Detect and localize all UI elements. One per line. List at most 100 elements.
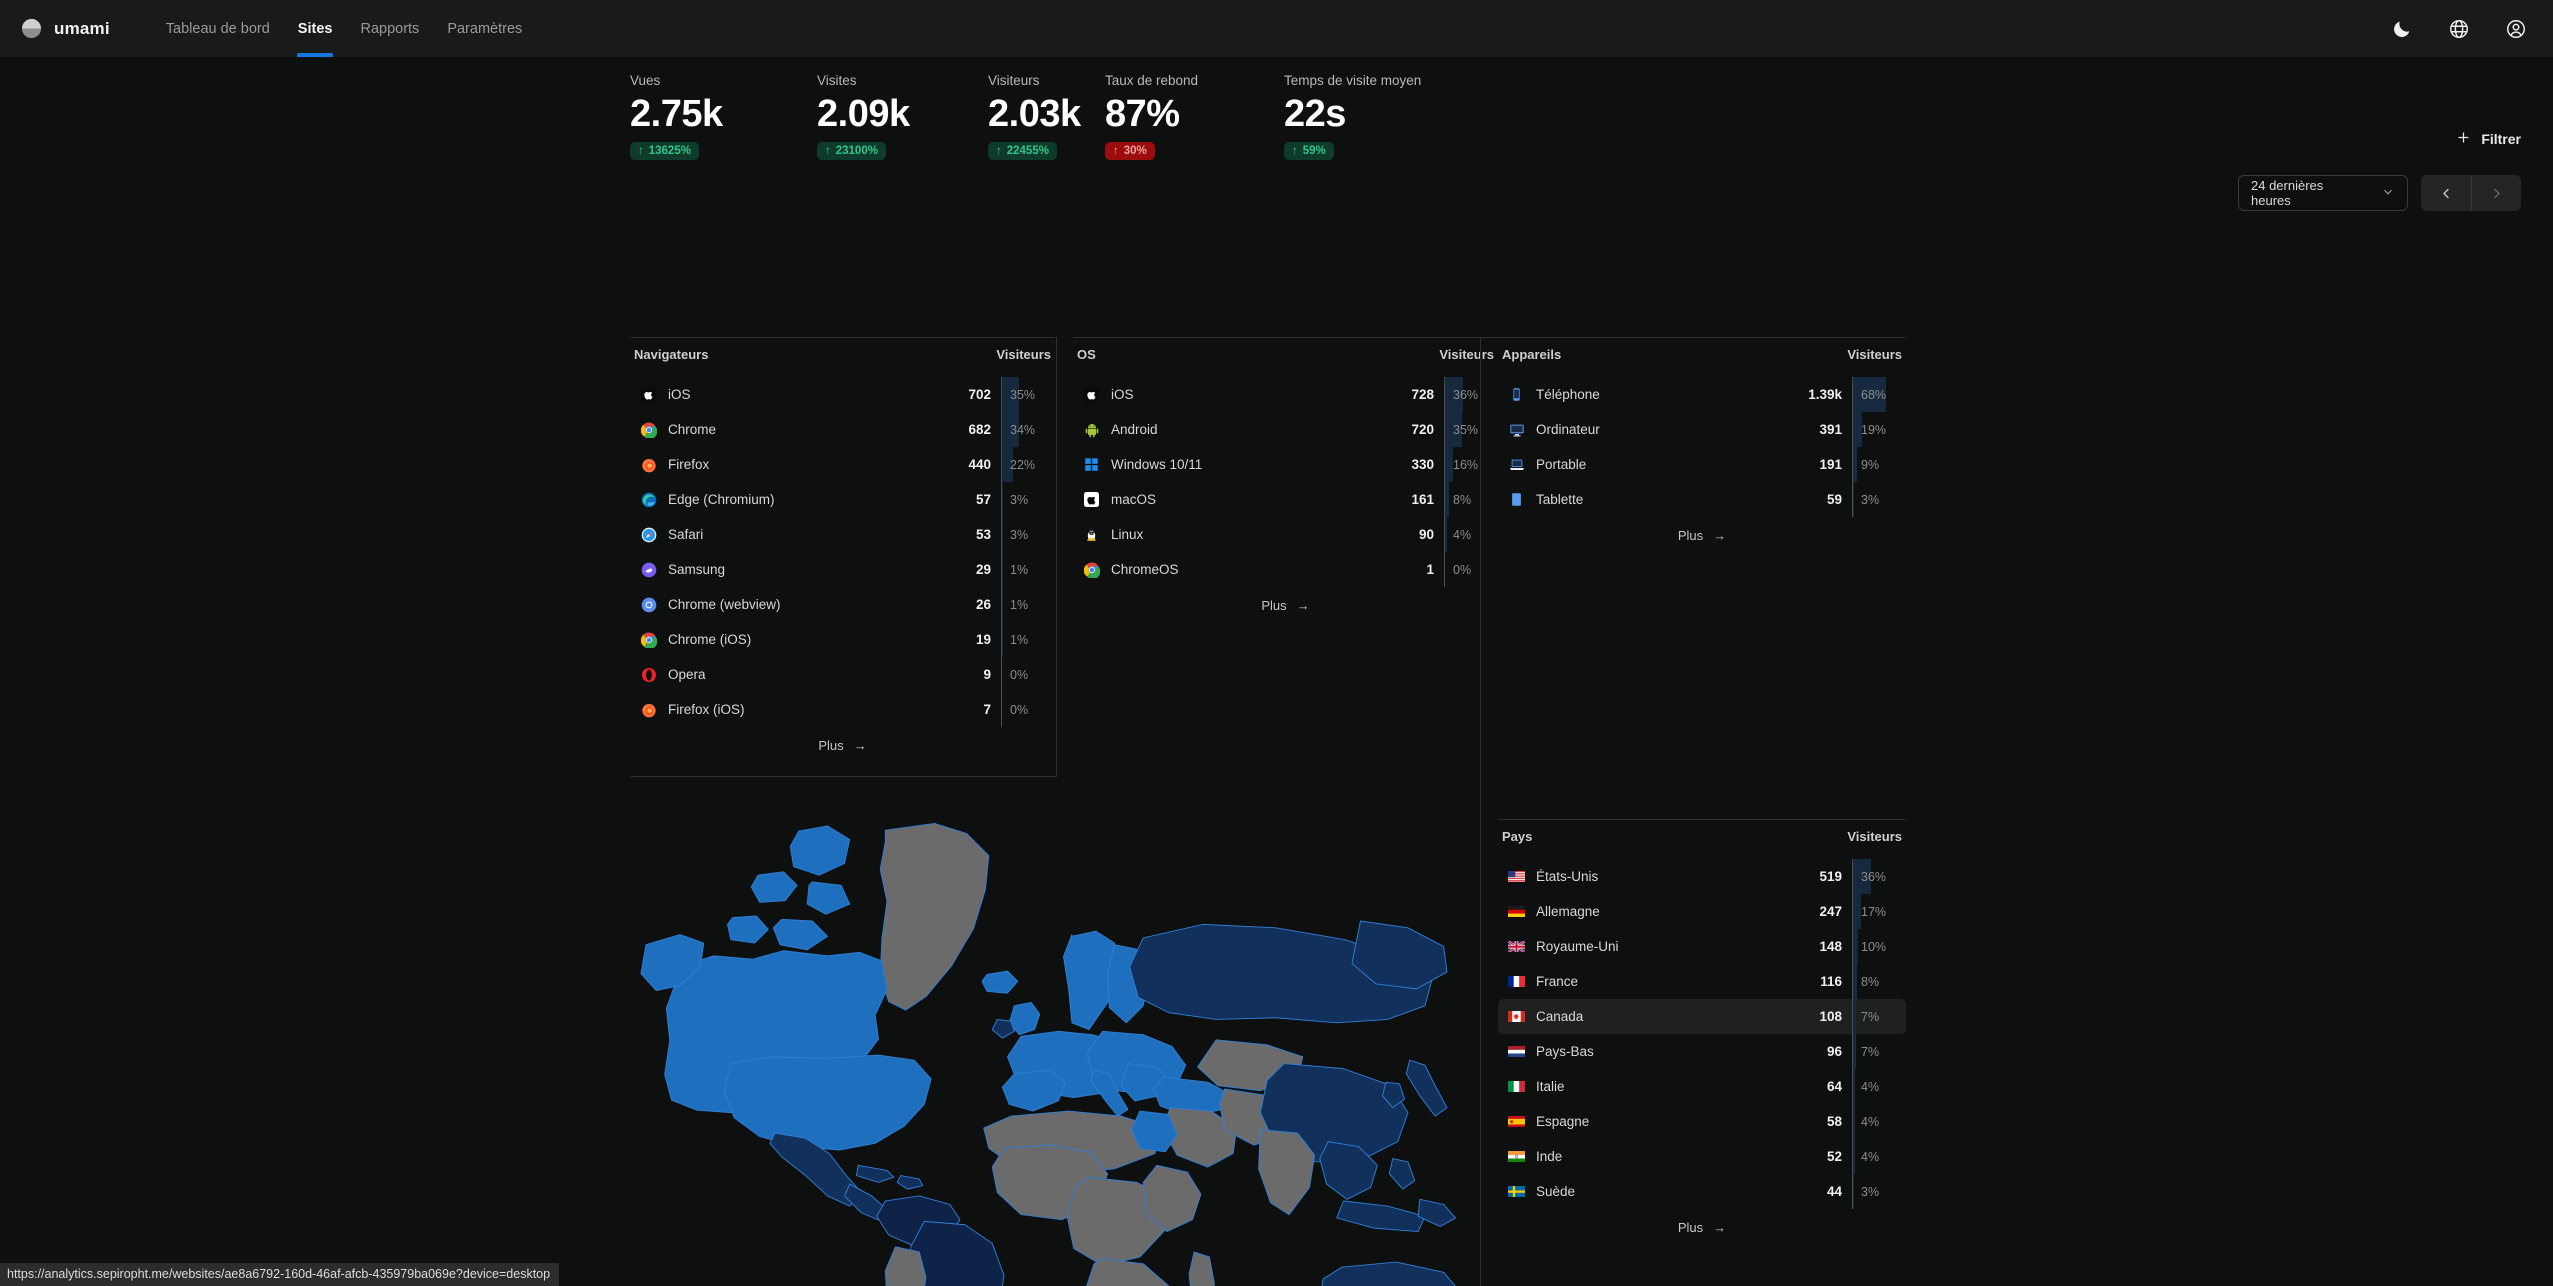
table-row[interactable]: Suède443% xyxy=(1498,1174,1906,1209)
row-value: 52 xyxy=(1827,1149,1842,1164)
date-range-value: 24 dernières heures xyxy=(2251,178,2363,208)
nav-item-settings[interactable]: Paramètres xyxy=(433,0,536,57)
nav-item-sites[interactable]: Sites xyxy=(284,0,347,57)
table-row[interactable]: ChromeOS10% xyxy=(1073,552,1498,587)
panel-header: OS Visiteurs xyxy=(1073,337,1498,371)
metric-change-value: 13625% xyxy=(649,145,691,157)
globe-icon[interactable] xyxy=(2448,18,2470,40)
table-row[interactable]: Portable1919% xyxy=(1498,447,1906,482)
table-row[interactable]: Firefox (iOS)70% xyxy=(630,692,1055,727)
table-row[interactable]: Royaume-Uni14810% xyxy=(1498,929,1906,964)
row-value: 191 xyxy=(1819,457,1842,472)
row-value: 247 xyxy=(1819,904,1842,919)
row-percent-label: 3% xyxy=(1010,528,1028,542)
laptop-icon xyxy=(1508,456,1525,473)
table-row[interactable]: Android72035% xyxy=(1073,412,1498,447)
row-percent-cell: 16% xyxy=(1444,447,1494,482)
row-percent-cell: 3% xyxy=(1852,482,1902,517)
table-row[interactable]: Safari533% xyxy=(630,517,1055,552)
row-percent-label: 0% xyxy=(1453,563,1471,577)
row-percent-cell: 9% xyxy=(1852,447,1902,482)
brand-logo[interactable]: umami xyxy=(20,17,110,40)
table-row[interactable]: iOS72836% xyxy=(1073,377,1498,412)
map-country-southern-africa xyxy=(1086,1259,1169,1286)
filter-button[interactable]: Filtrer xyxy=(2455,129,2521,149)
table-row[interactable]: Chrome68234% xyxy=(630,412,1055,447)
table-row[interactable]: Italie644% xyxy=(1498,1069,1906,1104)
table-row[interactable]: France1168% xyxy=(1498,964,1906,999)
user-circle-icon[interactable] xyxy=(2505,18,2527,40)
previous-period-button[interactable] xyxy=(2421,175,2471,211)
flag-in-icon xyxy=(1508,1148,1525,1165)
countries-more-link[interactable]: Plus → xyxy=(1498,1209,1906,1246)
table-row[interactable]: Tablette593% xyxy=(1498,482,1906,517)
metric-value: 87% xyxy=(1105,95,1284,133)
table-row[interactable]: Linux904% xyxy=(1073,517,1498,552)
table-row[interactable]: Téléphone1.39k68% xyxy=(1498,377,1906,412)
opera-icon xyxy=(640,666,657,683)
moon-icon[interactable] xyxy=(2391,18,2413,40)
world-choropleth-map[interactable] xyxy=(630,809,1480,1286)
row-value: 330 xyxy=(1411,457,1434,472)
panel-title: Navigateurs xyxy=(634,347,708,362)
map-country-canada-arctic xyxy=(790,826,849,875)
filter-button-label: Filtrer xyxy=(2481,131,2521,147)
table-row[interactable]: Firefox44022% xyxy=(630,447,1055,482)
row-percent-cell: 3% xyxy=(1852,1174,1902,1209)
date-range-select[interactable]: 24 dernières heures xyxy=(2238,175,2408,211)
table-row[interactable]: Inde524% xyxy=(1498,1139,1906,1174)
table-row[interactable]: Windows 10/1133016% xyxy=(1073,447,1498,482)
more-label: Plus xyxy=(1678,1220,1703,1235)
row-label: Canada xyxy=(1536,1009,1819,1024)
os-more-link[interactable]: Plus → xyxy=(1073,587,1498,624)
nav-item-dashboard[interactable]: Tableau de bord xyxy=(152,0,284,57)
table-row[interactable]: Opera90% xyxy=(630,657,1055,692)
devices-more-link[interactable]: Plus → xyxy=(1498,517,1906,554)
row-percent-cell: 3% xyxy=(1001,517,1051,552)
tablet-icon xyxy=(1508,491,1525,508)
row-percent-cell: 17% xyxy=(1852,894,1902,929)
metric-change-value: 22455% xyxy=(1007,145,1049,157)
samsung-internet-icon xyxy=(640,561,657,578)
table-row[interactable]: macOS1618% xyxy=(1073,482,1498,517)
table-row[interactable]: iOS70235% xyxy=(630,377,1055,412)
row-percent-label: 17% xyxy=(1861,905,1886,919)
metric-label: Visiteurs xyxy=(988,73,1105,88)
table-row[interactable]: Samsung291% xyxy=(630,552,1055,587)
table-row[interactable]: Chrome (webview)261% xyxy=(630,587,1055,622)
metric-value: 2.09k xyxy=(817,95,988,133)
row-percent-bar xyxy=(1853,964,1857,999)
table-row[interactable]: Ordinateur39119% xyxy=(1498,412,1906,447)
divider-vertical-browsers-os xyxy=(1056,337,1057,777)
table-row[interactable]: Canada1087% xyxy=(1498,999,1906,1034)
next-period-button[interactable] xyxy=(2471,175,2521,211)
table-row[interactable]: Pays-Bas967% xyxy=(1498,1034,1906,1069)
table-row[interactable]: Allemagne24717% xyxy=(1498,894,1906,929)
firefox-icon xyxy=(640,456,657,473)
row-label: Samsung xyxy=(668,562,976,577)
row-percent-label: 3% xyxy=(1861,1185,1879,1199)
table-row[interactable]: Chrome (iOS)191% xyxy=(630,622,1055,657)
panel-title: Pays xyxy=(1502,829,1532,844)
row-label: Pays-Bas xyxy=(1536,1044,1827,1059)
top-navigation-bar: umami Tableau de bord Sites Rapports Par… xyxy=(0,0,2553,57)
metric-visitors: Visiteurs 2.03k ↑ 22455% xyxy=(988,73,1105,160)
row-percent-cell: 8% xyxy=(1444,482,1494,517)
row-percent-label: 3% xyxy=(1010,493,1028,507)
row-value: 440 xyxy=(968,457,991,472)
browser-rows: iOS70235%Chrome68234%Firefox44022%Edge (… xyxy=(630,371,1055,727)
nav-item-reports[interactable]: Rapports xyxy=(346,0,433,57)
browsers-more-link[interactable]: Plus → xyxy=(630,727,1055,764)
row-percent-bar xyxy=(1445,517,1447,552)
row-percent-bar xyxy=(1853,482,1854,517)
metric-change-badge: ↑ 13625% xyxy=(630,142,699,160)
row-percent-label: 4% xyxy=(1861,1080,1879,1094)
row-value: 519 xyxy=(1819,869,1842,884)
table-row[interactable]: Edge (Chromium)573% xyxy=(630,482,1055,517)
table-row[interactable]: États-Unis51936% xyxy=(1498,859,1906,894)
row-label: iOS xyxy=(1111,387,1411,402)
map-country-japan xyxy=(1406,1060,1447,1116)
row-percent-bar xyxy=(1445,447,1453,482)
os-rows: iOS72836%Android72035%Windows 10/1133016… xyxy=(1073,371,1498,587)
table-row[interactable]: Espagne584% xyxy=(1498,1104,1906,1139)
